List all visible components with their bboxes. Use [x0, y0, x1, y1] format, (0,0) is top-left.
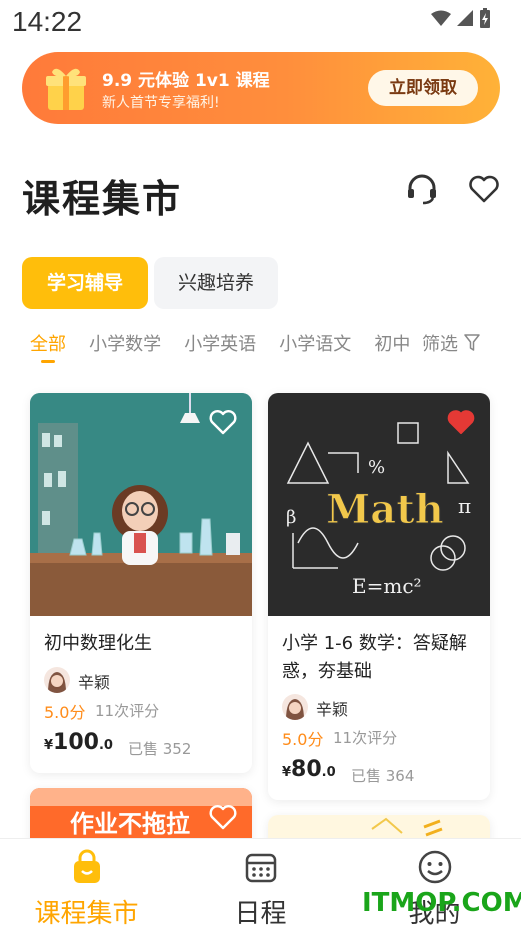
filter-button[interactable]: 筛选: [414, 330, 480, 356]
rating: 5.0分: [44, 703, 86, 722]
promo-subtitle: 新人首节专享福利!: [102, 95, 220, 111]
smiley-face-icon: [418, 850, 451, 884]
subcategory-primary-math[interactable]: 小学数学: [89, 330, 161, 356]
subcategory-primary-chinese[interactable]: 小学语文: [279, 330, 351, 356]
gift-icon: [46, 68, 86, 110]
svg-text:β: β: [286, 507, 296, 528]
sold-count: 已售 352: [128, 740, 192, 758]
teacher-avatar: [44, 667, 70, 693]
course-title: 初中数理化生: [44, 633, 152, 654]
status-icons: [431, 8, 491, 28]
calendar-icon: [245, 853, 276, 883]
sold-count: 已售 364: [351, 767, 415, 785]
signal-icon: [457, 10, 473, 26]
filter-label: 筛选: [422, 334, 458, 355]
heart-icon[interactable]: [467, 172, 501, 206]
page-title: 课程集市: [22, 177, 183, 221]
battery-icon: [480, 8, 490, 28]
wifi-icon: [431, 10, 451, 26]
favorite-heart-icon[interactable]: [208, 802, 238, 832]
tab-course-market[interactable]: 课程集市: [0, 849, 173, 926]
course-title: 小学 1-6 数学：答疑解惑，夯基础: [282, 633, 467, 682]
favorite-heart-icon-filled[interactable]: [446, 407, 476, 437]
status-time: 14:22: [12, 6, 83, 37]
course-card[interactable]: Math E=mc² % π β 小学 1-6 数学：答疑解惑，夯基础 辛颖 5…: [268, 393, 490, 800]
review-count: 11次评分: [333, 729, 398, 747]
teacher-name: 辛颖: [316, 700, 349, 719]
teacher-name: 辛颖: [78, 673, 111, 692]
favorite-heart-icon[interactable]: [208, 407, 238, 437]
subcategory-nav: 全部 小学数学 小学英语 小学语文 初中: [30, 330, 415, 370]
price: ¥100.0: [44, 730, 113, 755]
promo-banner[interactable]: 9.9 元体验 1v1 课程 新人首节专享福利! 立即领取: [22, 52, 500, 124]
subcategory-primary-english[interactable]: 小学英语: [184, 330, 256, 356]
status-bar: 14:22: [0, 0, 521, 44]
tab-schedule[interactable]: 日程: [174, 849, 347, 926]
svg-text:Math: Math: [326, 486, 444, 533]
watermark: ITMOP.COM: [362, 888, 521, 918]
promo-title: 9.9 元体验 1v1 课程: [102, 71, 270, 91]
funnel-icon: [464, 334, 480, 351]
course-card[interactable]: 初中数理化生 辛颖 5.0分 11次评分 ¥100.0 已售 352: [30, 393, 252, 773]
svg-text:E=mc²: E=mc²: [352, 574, 422, 598]
claim-button[interactable]: 立即领取: [368, 70, 478, 106]
shopping-bag-icon: [73, 849, 100, 883]
price: ¥80.0: [282, 757, 336, 782]
tab-interest-training[interactable]: 兴趣培养: [154, 257, 278, 309]
rating: 5.0分: [282, 730, 324, 749]
tab-label: 日程: [234, 899, 287, 926]
active-underline: [41, 360, 55, 363]
subcategory-junior[interactable]: 初中: [374, 330, 410, 356]
teacher-avatar: [282, 694, 308, 720]
svg-text:%: %: [368, 457, 385, 478]
tab-study-tutoring[interactable]: 学习辅导: [22, 257, 148, 309]
svg-text:作业不拖拉: 作业不拖拉: [70, 810, 190, 838]
headset-icon[interactable]: [405, 172, 439, 206]
tab-label: 课程集市: [34, 899, 139, 926]
review-count: 11次评分: [95, 702, 160, 720]
subcategory-all[interactable]: 全部: [30, 330, 66, 356]
svg-text:π: π: [458, 494, 471, 518]
